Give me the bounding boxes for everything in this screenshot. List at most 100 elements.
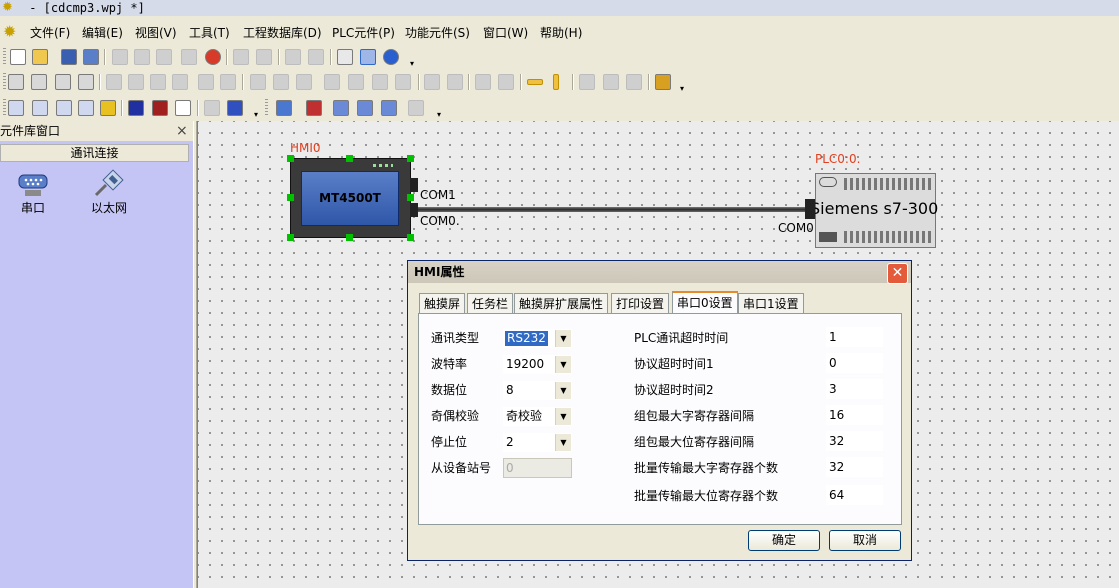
- align-center-icon[interactable]: [128, 74, 144, 90]
- plc-com0-port[interactable]: [805, 199, 815, 219]
- selection-handle[interactable]: [407, 194, 414, 201]
- library-item-ethernet[interactable]: 以太网: [79, 169, 139, 215]
- align-vcenter-icon[interactable]: [220, 74, 236, 90]
- protocol-timeout1-input[interactable]: 0: [826, 353, 883, 373]
- selection-handle[interactable]: [287, 234, 294, 241]
- menu-tools[interactable]: 工具(T): [189, 22, 230, 44]
- recipe-icon[interactable]: [408, 100, 424, 116]
- tab-serial1-settings[interactable]: 串口1设置: [738, 293, 804, 313]
- connection-cable[interactable]: [418, 207, 810, 212]
- database-icon[interactable]: [100, 100, 116, 116]
- chevron-down-icon[interactable]: ▼: [555, 382, 571, 399]
- distribute-v-icon[interactable]: [447, 74, 463, 90]
- copy-page-icon[interactable]: [204, 100, 220, 116]
- align-right-edge-icon[interactable]: [31, 74, 47, 90]
- align-left-icon[interactable]: [106, 74, 122, 90]
- open-folder-icon[interactable]: [32, 49, 48, 65]
- select-pointer-icon[interactable]: [360, 49, 376, 65]
- align-middle-icon[interactable]: [198, 74, 214, 90]
- tab-print-settings[interactable]: 打印设置: [611, 293, 670, 313]
- max-bit-gap-input[interactable]: 32: [826, 431, 883, 451]
- toolbar-overflow-icon[interactable]: ▾: [437, 111, 445, 119]
- data-bits-select[interactable]: 8 ▼: [503, 381, 572, 400]
- chevron-down-icon[interactable]: ▼: [555, 434, 571, 451]
- comm-type-select[interactable]: RS232 ▼: [503, 329, 572, 348]
- properties-icon[interactable]: [337, 49, 353, 65]
- gear-icon[interactable]: ✹: [3, 22, 16, 42]
- delete-icon[interactable]: [205, 49, 221, 65]
- download-icon[interactable]: [152, 100, 168, 116]
- menu-help[interactable]: 帮助(H): [540, 22, 582, 44]
- dialog-title-bar[interactable]: HMI属性: [408, 261, 911, 283]
- menu-plc-components[interactable]: PLC元件(P): [332, 22, 395, 44]
- selection-handle[interactable]: [407, 234, 414, 241]
- max-word-count-input[interactable]: 32: [826, 457, 883, 477]
- same-size-icon[interactable]: [296, 74, 312, 90]
- redo-icon[interactable]: [256, 49, 272, 65]
- menu-edit[interactable]: 编辑(E): [82, 22, 123, 44]
- align-right-icon[interactable]: [150, 74, 166, 90]
- send-back-icon[interactable]: [498, 74, 514, 90]
- online-simulate-icon[interactable]: [306, 100, 322, 116]
- tab-taskbar[interactable]: 任务栏: [467, 293, 514, 313]
- align-top-edge-icon[interactable]: [55, 74, 71, 90]
- new-file-icon[interactable]: [10, 49, 26, 65]
- hmi-device[interactable]: MT4500T: [290, 158, 411, 238]
- paste-icon[interactable]: [156, 49, 172, 65]
- cut-icon[interactable]: [112, 49, 128, 65]
- save-icon[interactable]: [61, 49, 77, 65]
- toolbar-grip[interactable]: [3, 73, 6, 91]
- document-icon[interactable]: [175, 100, 191, 116]
- tab-serial0-settings[interactable]: 串口0设置: [672, 291, 738, 314]
- chevron-down-icon[interactable]: ▼: [555, 330, 571, 347]
- selection-handle[interactable]: [407, 155, 414, 162]
- chart-window-icon[interactable]: [333, 100, 349, 116]
- event-window-icon[interactable]: [381, 100, 397, 116]
- menu-function-components[interactable]: 功能元件(S): [405, 22, 470, 44]
- hmi-com0-port[interactable]: [410, 203, 418, 217]
- ok-button[interactable]: 确定: [748, 530, 820, 551]
- print-preview-icon[interactable]: [285, 49, 301, 65]
- close-icon[interactable]: ×: [176, 121, 188, 141]
- toolbar-grip[interactable]: [3, 48, 6, 66]
- copy-icon[interactable]: [134, 49, 150, 65]
- same-height-icon[interactable]: [273, 74, 289, 90]
- selection-handle[interactable]: [287, 155, 294, 162]
- category-header[interactable]: 通讯连接: [0, 144, 189, 162]
- cancel-button[interactable]: 取消: [829, 530, 901, 551]
- align-bottom-icon[interactable]: [172, 74, 188, 90]
- distribute-h-icon[interactable]: [424, 74, 440, 90]
- toolbar-overflow-icon[interactable]: ▾: [680, 85, 688, 93]
- parity-select[interactable]: 奇校验 ▼: [503, 407, 572, 426]
- align-left-edge-icon[interactable]: [8, 74, 24, 90]
- rotate-icon[interactable]: [372, 74, 388, 90]
- chevron-down-icon[interactable]: ▼: [555, 356, 571, 373]
- selection-handle[interactable]: [287, 194, 294, 201]
- tab-touchscreen-extended[interactable]: 触摸屏扩展属性: [514, 293, 609, 313]
- menu-window[interactable]: 窗口(W): [483, 22, 528, 44]
- print-icon[interactable]: [308, 49, 324, 65]
- stop-bits-select[interactable]: 2 ▼: [503, 433, 572, 452]
- screen-icon[interactable]: [32, 100, 48, 116]
- nudge-icon[interactable]: [626, 74, 642, 90]
- toolbar-grip[interactable]: [3, 99, 6, 117]
- help-icon[interactable]: [383, 49, 399, 65]
- close-icon[interactable]: ✕: [887, 263, 908, 284]
- chevron-down-icon[interactable]: ▼: [555, 408, 571, 425]
- tab-touchscreen[interactable]: 触摸屏: [419, 293, 466, 313]
- text-style-icon[interactable]: [227, 100, 243, 116]
- simulate-icon[interactable]: [276, 100, 292, 116]
- vertical-line-icon[interactable]: [553, 74, 559, 90]
- baud-rate-select[interactable]: 19200 ▼: [503, 355, 572, 374]
- alarm-window-icon[interactable]: [357, 100, 373, 116]
- table-icon[interactable]: [78, 100, 94, 116]
- ungroup-icon[interactable]: [348, 74, 364, 90]
- bring-front-icon[interactable]: [475, 74, 491, 90]
- undo-icon[interactable]: [233, 49, 249, 65]
- plc-timeout-input[interactable]: 1: [826, 327, 883, 347]
- menu-project-database[interactable]: 工程数据库(D): [243, 22, 322, 44]
- protocol-timeout2-input[interactable]: 3: [826, 379, 883, 399]
- hmi-com1-port[interactable]: [410, 178, 418, 192]
- grid-icon[interactable]: [56, 100, 72, 116]
- menu-view[interactable]: 视图(V): [135, 22, 177, 44]
